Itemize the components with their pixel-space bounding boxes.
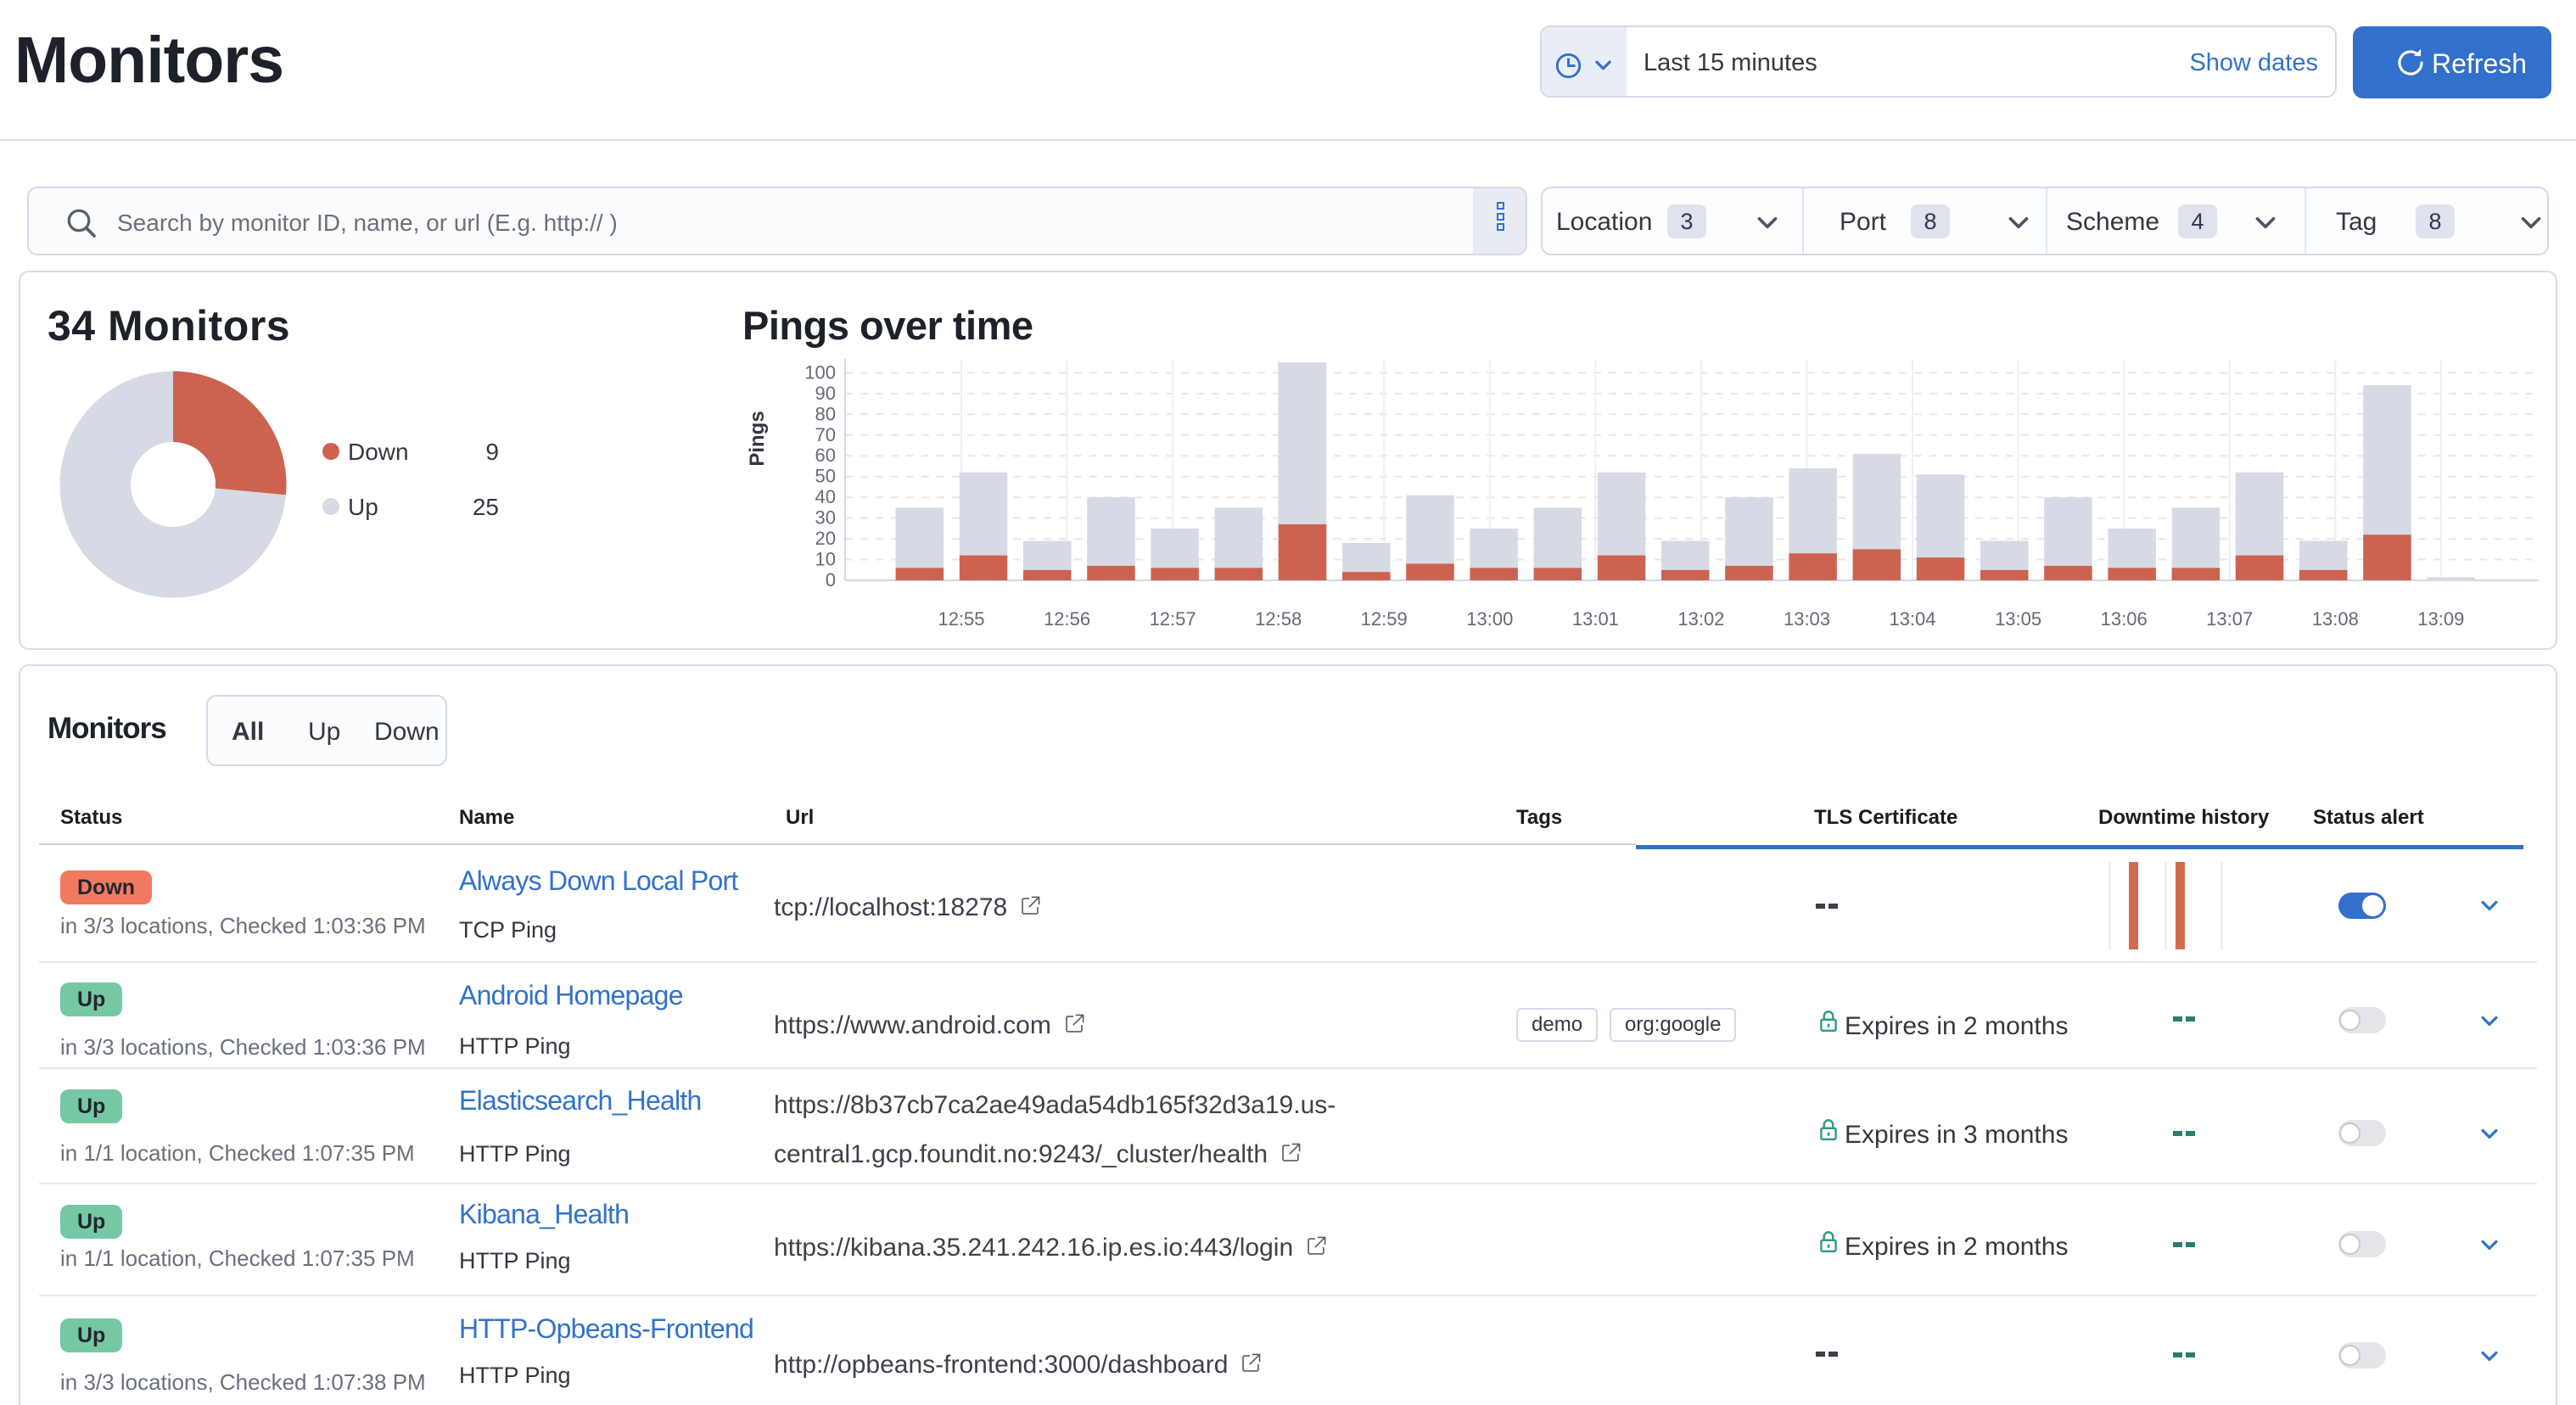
- svg-text:13:04: 13:04: [1889, 608, 1935, 630]
- svg-text:12:58: 12:58: [1255, 608, 1302, 630]
- svg-text:12:59: 12:59: [1361, 608, 1408, 630]
- svg-text:Pings: Pings: [746, 411, 769, 466]
- svg-text:13:07: 13:07: [2206, 608, 2253, 630]
- svg-text:40: 40: [815, 486, 836, 507]
- svg-text:13:08: 13:08: [2312, 608, 2359, 630]
- svg-text:30: 30: [815, 507, 836, 529]
- svg-text:60: 60: [815, 445, 836, 466]
- svg-text:13:06: 13:06: [2101, 608, 2148, 630]
- svg-text:20: 20: [815, 528, 836, 549]
- svg-text:13:09: 13:09: [2417, 608, 2464, 630]
- svg-text:13:05: 13:05: [1995, 608, 2041, 630]
- svg-text:12:57: 12:57: [1150, 608, 1196, 630]
- svg-text:0: 0: [826, 569, 836, 591]
- svg-text:100: 100: [804, 361, 836, 383]
- svg-text:10: 10: [815, 549, 836, 570]
- svg-text:13:01: 13:01: [1572, 608, 1619, 630]
- svg-text:13:03: 13:03: [1784, 608, 1830, 630]
- svg-text:13:00: 13:00: [1466, 608, 1513, 630]
- svg-text:70: 70: [815, 424, 836, 445]
- svg-text:80: 80: [815, 403, 836, 424]
- svg-text:12:56: 12:56: [1044, 608, 1090, 630]
- svg-text:13:02: 13:02: [1677, 608, 1724, 630]
- svg-text:12:55: 12:55: [938, 608, 984, 630]
- svg-text:50: 50: [815, 466, 836, 487]
- svg-text:90: 90: [815, 383, 836, 404]
